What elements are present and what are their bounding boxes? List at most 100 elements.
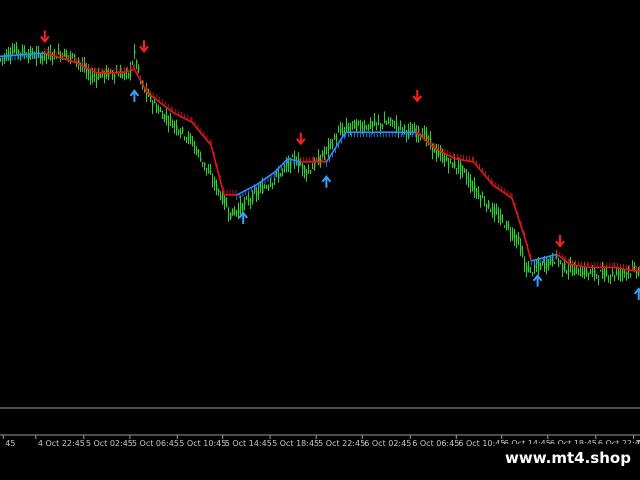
candle-body [330,140,332,144]
candle-body [480,196,482,201]
candle-body [518,235,520,240]
candle-body [94,75,96,77]
candle-body [274,178,276,181]
candle-body [292,156,294,158]
candle-body [488,200,490,208]
candle-body [588,272,590,275]
candle-body [396,122,398,126]
candle-body [220,195,222,199]
candle-body [16,45,18,54]
candle-body [54,50,56,53]
candle-body [166,115,168,119]
candle-body [234,211,236,215]
candle-body [90,76,92,81]
candle-body [360,124,362,128]
candle-body [174,123,176,126]
candle-body [318,155,320,165]
candle-body [326,147,328,149]
candle-body [306,172,308,175]
candle-body [606,272,608,275]
x-tick-label: 5 Oct 22:45 [318,439,365,448]
candle-body [240,202,242,210]
buy-arrow-icon [633,287,640,300]
candle-body [352,121,354,124]
candle-body [446,156,448,161]
candle-body [92,74,94,77]
candle-body [236,210,238,213]
candle-body [176,125,178,130]
candle-body [186,137,188,140]
candle-body [350,126,352,128]
candle-body [128,73,130,77]
candle-body [160,110,162,112]
candle-body [362,127,364,131]
candle-body [324,153,326,155]
candle-body [78,61,80,63]
candle-body [180,132,182,135]
candle-body [118,74,120,77]
candle-body [12,50,14,55]
candle-body [210,171,212,174]
candle-body [192,142,194,145]
candle-body [586,270,588,275]
candle-body [580,274,582,277]
candle-body [156,107,158,111]
candle-body [358,121,360,124]
candle-body [270,183,272,186]
candle-body [456,168,458,170]
candle-body [468,178,470,183]
candle-body [136,60,138,64]
candle-body [372,123,374,126]
candle-body [516,238,518,242]
x-tick-label: 45 [5,439,15,448]
candle-body [20,53,22,55]
candle-body [378,122,380,124]
candle-body [492,206,494,214]
candle-body [526,265,528,273]
candle-body [188,134,190,140]
candle-body [122,74,124,77]
candle-body [308,170,310,172]
candle-body [508,225,510,227]
candle-body [616,272,618,274]
candle-body [402,128,404,131]
candle-body [408,128,410,132]
candle-body [348,126,350,131]
candle-body [298,158,300,167]
candle-body [592,270,594,272]
candle-body [18,50,20,53]
candle-body [506,221,508,229]
x-tick-label: 5 Oct 14:45 [225,439,272,448]
candle-body [514,234,516,239]
sell-arrow-icon [555,235,565,248]
candle-body [302,164,304,170]
candle-body [22,48,24,55]
candle-body [554,262,556,264]
candle-body [494,208,496,216]
candle-body [426,133,428,140]
candle-body [452,162,454,168]
candle-body [218,189,220,193]
candle-body [498,215,500,220]
sell-arrow-icon [40,30,50,44]
candle-body [322,151,324,157]
candle-body [246,197,248,199]
candle-body [66,52,68,59]
candle-body [630,274,632,276]
candle-body [98,73,100,79]
candle-body [466,176,468,179]
price-chart: 45 4 Oct 22:45 5 Oct 02:45 5 Oct 06:45 5 Oct… [0,30,640,448]
candle-body [238,208,240,214]
trend-segment-down [511,197,526,239]
buy-arrow-icon [532,274,543,287]
candle-body [228,213,230,215]
sell-arrow-icon [412,89,423,103]
candle-body [538,263,540,267]
x-tick-label: 5 Oct 18:45 [272,439,319,448]
candle-body [124,72,126,76]
candle-body [574,267,576,275]
x-tick-label: 5 Oct 06:45 [132,439,179,448]
candle-body [602,269,604,276]
candle-body [626,272,628,276]
candle-body [310,170,312,173]
